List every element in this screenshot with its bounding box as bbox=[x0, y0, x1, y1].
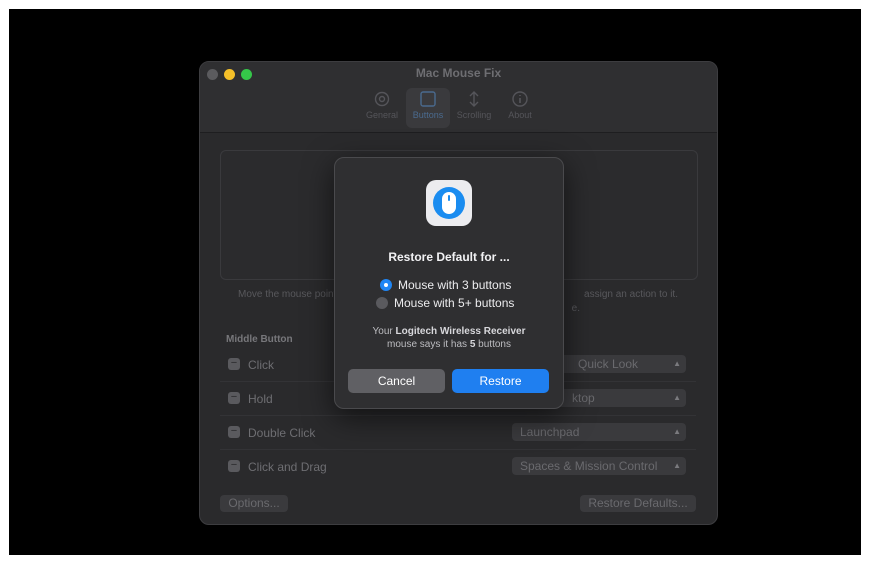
scroll-arrows-icon bbox=[469, 91, 479, 107]
trigger-label: Click bbox=[248, 358, 274, 372]
options-button[interactable]: Options... bbox=[220, 495, 288, 512]
tab-buttons[interactable]: Buttons bbox=[406, 88, 450, 128]
device-info-text: Your Logitech Wireless Receiver mouse sa… bbox=[335, 325, 563, 351]
remove-action-button[interactable]: − bbox=[228, 358, 240, 370]
desktop-background: Mac Mouse Fix General Buttons Scrolling … bbox=[9, 9, 861, 555]
mouse-icon bbox=[420, 91, 436, 107]
info-prefix: Your bbox=[372, 326, 396, 337]
remove-action-button[interactable]: − bbox=[228, 460, 240, 472]
tab-label: About bbox=[508, 110, 532, 120]
toolbar-tabs: General Buttons Scrolling About bbox=[360, 88, 560, 128]
info-suffix: buttons bbox=[475, 339, 511, 350]
tab-label: Scrolling bbox=[456, 110, 492, 120]
chevron-updown-icon: ▲ bbox=[673, 461, 681, 470]
app-icon bbox=[426, 180, 472, 226]
title-bar: Mac Mouse Fix General Buttons Scrolling … bbox=[200, 62, 717, 133]
table-row: − Click and Drag Spaces & Mission Contro… bbox=[220, 449, 696, 483]
window-title: Mac Mouse Fix bbox=[415, 66, 502, 80]
radio-selected-icon[interactable] bbox=[380, 279, 392, 291]
cancel-button[interactable]: Cancel bbox=[348, 369, 445, 393]
action-popup[interactable]: Spaces & Mission Control ▲ bbox=[512, 457, 686, 475]
trigger-label: Hold bbox=[248, 392, 273, 406]
chevron-updown-icon: ▲ bbox=[673, 427, 681, 436]
remove-action-button[interactable]: − bbox=[228, 392, 240, 404]
hint-line2-right: e. bbox=[571, 303, 580, 314]
gear-icon bbox=[374, 91, 390, 107]
device-name: Logitech Wireless Receiver bbox=[395, 326, 526, 337]
info-line2-prefix: mouse says it has bbox=[387, 339, 470, 350]
hint-line1-right: assign an action to it. bbox=[584, 289, 678, 300]
radio-label: Mouse with 5+ buttons bbox=[394, 296, 515, 310]
action-value: Launchpad bbox=[520, 425, 580, 439]
info-icon bbox=[512, 91, 528, 107]
action-value: Quick Look bbox=[578, 357, 639, 371]
dialog-title: Restore Default for ... bbox=[388, 250, 510, 264]
restore-button[interactable]: Restore bbox=[452, 369, 549, 393]
hint-line1-left: Move the mouse pointe bbox=[238, 289, 342, 300]
tab-general[interactable]: General bbox=[360, 88, 404, 128]
action-value: Spaces & Mission Control bbox=[520, 459, 658, 473]
tab-about[interactable]: About bbox=[498, 88, 542, 128]
restore-default-dialog: Restore Default for ... Mouse with 3 but… bbox=[334, 157, 564, 409]
action-popup[interactable]: Launchpad ▲ bbox=[512, 423, 686, 441]
chevron-updown-icon: ▲ bbox=[673, 359, 681, 368]
restore-defaults-button[interactable]: Restore Defaults... bbox=[580, 495, 696, 512]
tab-label: General bbox=[365, 110, 399, 120]
action-value: ktop bbox=[572, 391, 595, 405]
scroll-wheel-icon bbox=[448, 195, 450, 201]
chevron-updown-icon: ▲ bbox=[673, 393, 681, 402]
tab-label: Buttons bbox=[412, 110, 444, 120]
table-row: − Double Click Launchpad ▲ bbox=[220, 415, 696, 449]
radio-unselected-icon[interactable] bbox=[376, 297, 388, 309]
trigger-label: Double Click bbox=[248, 426, 316, 440]
section-title: Middle Button bbox=[226, 334, 293, 345]
remove-action-button[interactable]: − bbox=[228, 426, 240, 438]
trigger-label: Click and Drag bbox=[248, 460, 327, 474]
radio-label: Mouse with 3 buttons bbox=[398, 278, 512, 292]
tab-scrolling[interactable]: Scrolling bbox=[452, 88, 496, 128]
